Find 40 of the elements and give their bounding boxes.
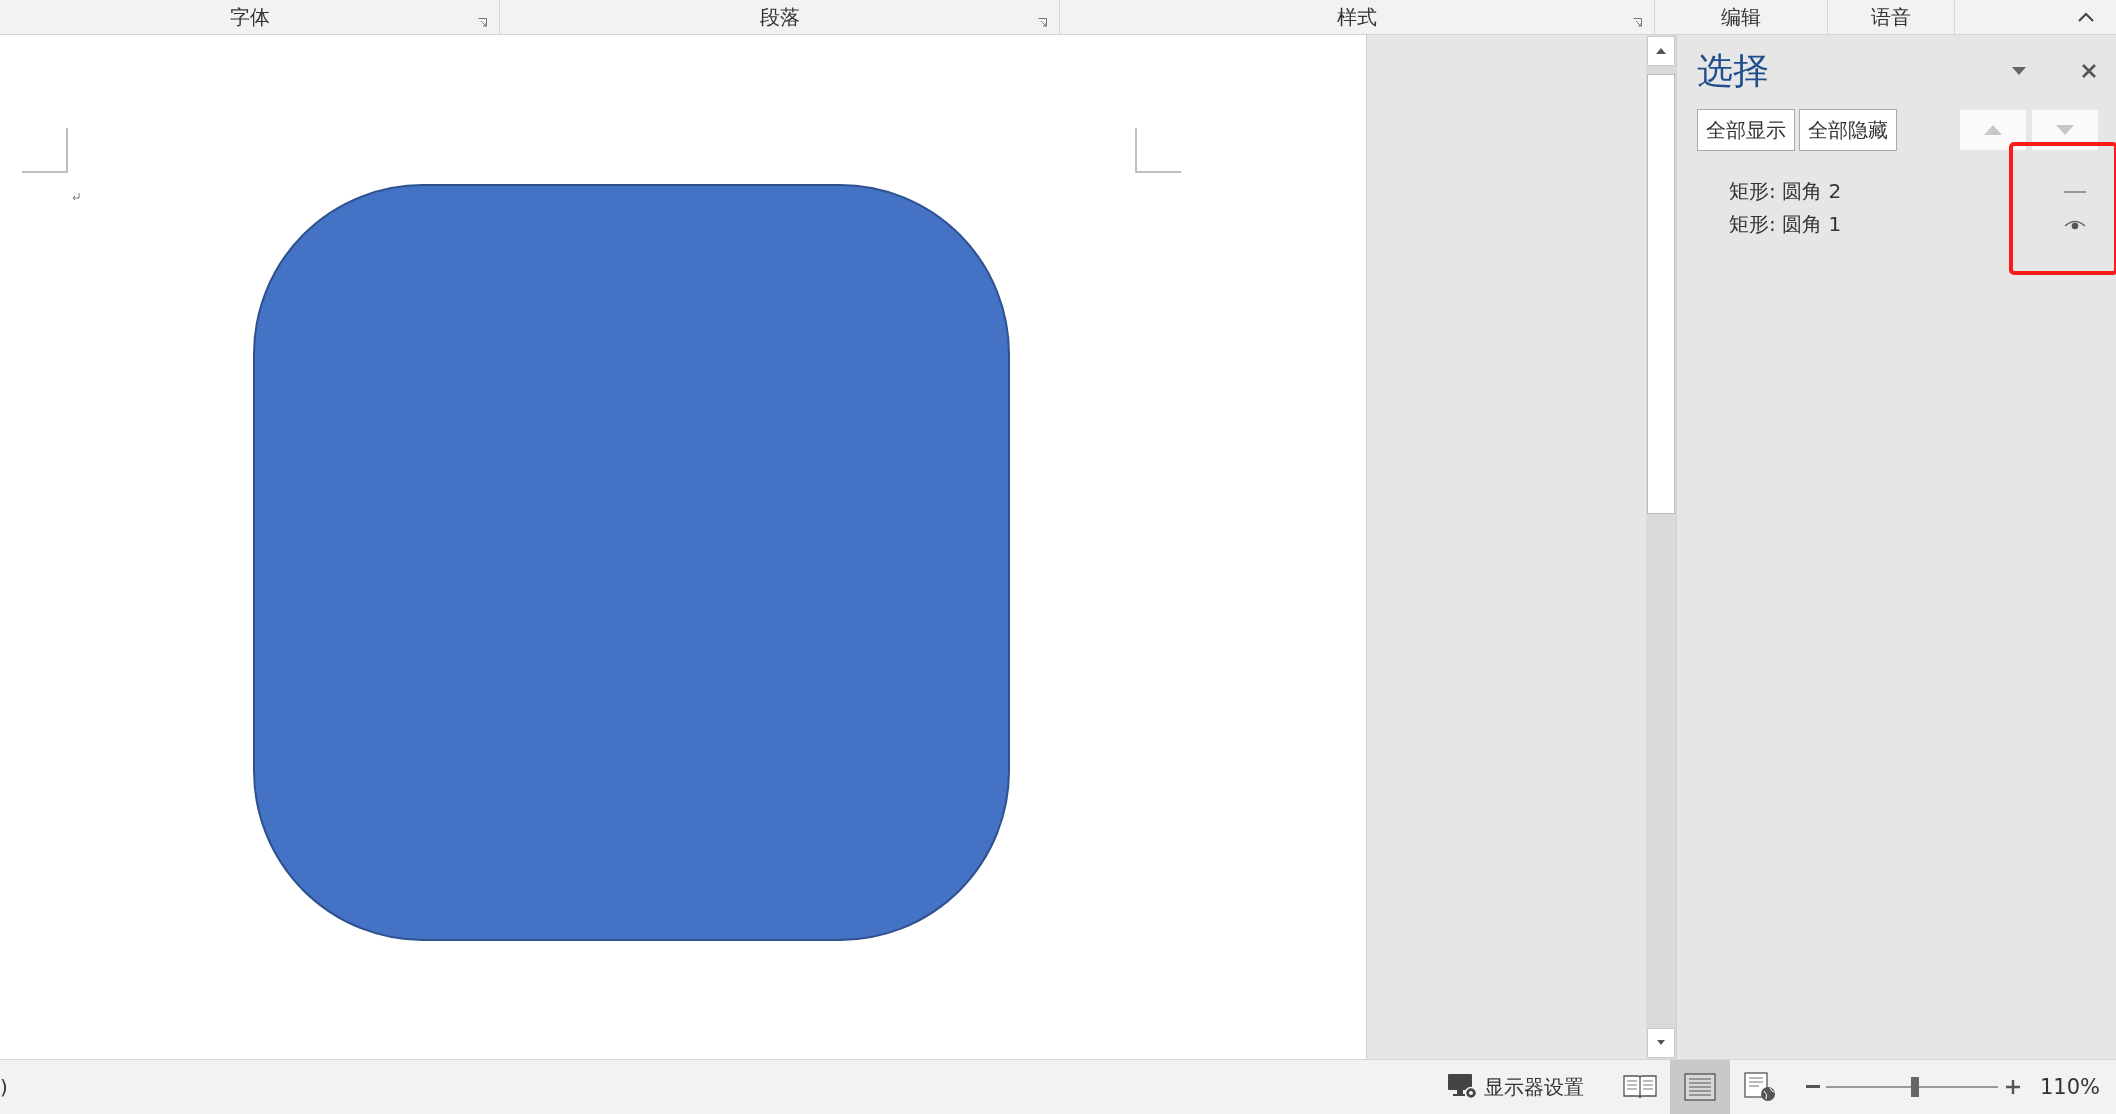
shape-list-item[interactable]: 矩形: 圆角 2 (1729, 178, 2064, 205)
eye-icon[interactable] (2064, 218, 2086, 231)
page-lines-icon (1683, 1073, 1716, 1101)
up-triangle-icon (1984, 125, 2002, 135)
page-globe-icon (1743, 1072, 1776, 1102)
zoom-in-icon[interactable] (2005, 1080, 2020, 1094)
zoom-out-icon[interactable] (1805, 1085, 1820, 1089)
down-triangle-icon (2056, 125, 2074, 135)
ribbon-group-label: 编辑 (1721, 3, 1761, 31)
paragraph-mark-icon (72, 193, 80, 201)
dialog-launcher-icon[interactable] (1633, 18, 1642, 27)
close-icon[interactable] (2082, 64, 2096, 78)
status-text: ) (0, 1075, 8, 1099)
corner-mark (1135, 128, 1181, 173)
display-settings-button[interactable]: 显示器设置 (1441, 1072, 1590, 1102)
rounded-rectangle-shape[interactable] (253, 184, 1010, 941)
dialog-launcher-icon[interactable] (1038, 18, 1047, 27)
open-book-icon (1622, 1074, 1657, 1100)
pane-button[interactable]: 全部隐藏 (1799, 109, 1897, 151)
ribbon-group-label: 字体 (229, 3, 270, 31)
ribbon-group-label: 语音 (1871, 3, 1911, 31)
pane-button[interactable]: 全部显示 (1697, 109, 1795, 151)
ribbon-group-label: 段落 (759, 3, 800, 31)
dialog-launcher-icon[interactable] (478, 18, 487, 27)
ribbon-group-label: 样式 (1337, 3, 1377, 31)
bring-forward-button[interactable] (1960, 110, 2026, 150)
zoom-slider[interactable] (1825, 1077, 1998, 1097)
scroll-up-icon[interactable] (1647, 36, 1675, 66)
dropdown-caret-icon[interactable] (2012, 67, 2026, 75)
scroll-down-icon[interactable] (1647, 1028, 1675, 1058)
shape-list-item[interactable]: 矩形: 圆角 1 (1729, 211, 2064, 238)
vertical-scrollbar[interactable] (1646, 35, 1676, 1059)
monitor-gear-icon (1447, 1074, 1478, 1100)
corner-mark (22, 128, 68, 173)
pane-title: 选择 (1697, 48, 1770, 93)
collapse-ribbon-icon[interactable] (2078, 12, 2094, 22)
send-backward-button[interactable] (2032, 110, 2098, 150)
zoom-slider-thumb[interactable] (1911, 1077, 1920, 1097)
scroll-thumb[interactable] (1647, 74, 1675, 514)
zoom-level[interactable]: 110% (2039, 1075, 2100, 1099)
